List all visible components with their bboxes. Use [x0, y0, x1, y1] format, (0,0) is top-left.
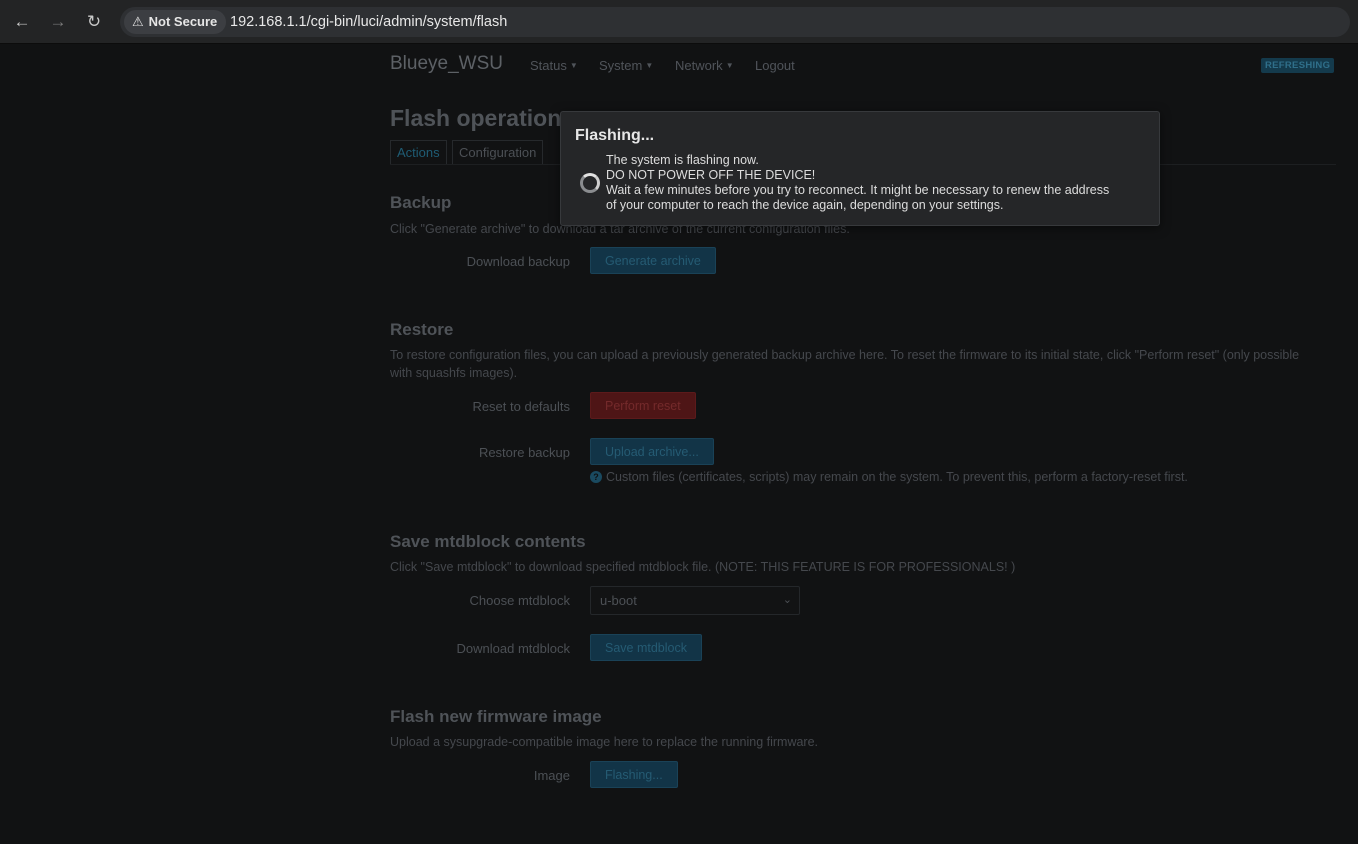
warning-triangle-icon: ⚠ [132, 14, 144, 29]
caret-down-icon: ▼ [645, 61, 654, 70]
backup-heading: Backup [390, 193, 452, 212]
caret-down-icon: ▼ [569, 61, 578, 70]
mtdblock-select[interactable]: u-boot ⌄ [590, 586, 800, 615]
menu-network[interactable]: Network ▼ [675, 58, 734, 73]
page-title: Flash operations [390, 105, 575, 131]
perform-reset-button[interactable]: Perform reset [590, 392, 696, 419]
chevron-down-icon: ⌄ [782, 594, 792, 606]
menu-system-label: System [599, 58, 643, 73]
generate-archive-button[interactable]: Generate archive [590, 247, 716, 274]
help-icon: ? [590, 471, 602, 483]
browser-toolbar: ← → ↻ ⚠ Not Secure 192.168.1.1/cgi-bin/l… [0, 0, 1358, 44]
modal-line-4: of your computer to reach the device aga… [606, 198, 1004, 212]
menu-status[interactable]: Status ▼ [530, 58, 578, 73]
flashing-button[interactable]: Flashing... [590, 761, 678, 788]
choose-mtdblock-label: Choose mtdblock [469, 593, 570, 608]
tab-actions[interactable]: Actions [390, 140, 447, 164]
restore-help-text: Custom files (certificates, scripts) may… [606, 470, 1188, 484]
address-bar[interactable]: ⚠ Not Secure 192.168.1.1/cgi-bin/luci/ad… [120, 7, 1350, 37]
caret-down-icon: ▼ [725, 61, 734, 70]
flashing-modal: Flashing... The system is flashing now. … [560, 111, 1160, 226]
restore-backup-label: Restore backup [478, 445, 570, 460]
menu-system[interactable]: System ▼ [599, 58, 653, 73]
restore-heading: Restore [390, 320, 454, 339]
tab-configuration[interactable]: Configuration [452, 140, 544, 164]
modal-line-2: DO NOT POWER OFF THE DEVICE! [606, 168, 816, 182]
back-arrow-icon[interactable]: ← [11, 11, 33, 33]
mtdblock-select-value: u-boot [600, 593, 637, 608]
menu-network-label: Network [675, 58, 723, 73]
modal-line-3: Wait a few minutes before you try to rec… [606, 183, 1110, 197]
download-backup-label: Download backup [466, 254, 570, 269]
restore-description: To restore configuration files, you can … [390, 348, 1300, 380]
mtdblock-heading: Save mtdblock contents [390, 532, 586, 551]
modal-body: The system is flashing now. DO NOT POWER… [606, 153, 1109, 213]
download-mtdblock-label: Download mtdblock [456, 641, 570, 656]
loading-spinner-icon [580, 173, 600, 193]
modal-title: Flashing... [575, 127, 655, 144]
brand-logo[interactable]: Blueye_WSU [390, 53, 503, 75]
url-text[interactable]: 192.168.1.1/cgi-bin/luci/admin/system/fl… [230, 7, 507, 37]
menu-logout[interactable]: Logout [755, 58, 795, 73]
security-label: Not Secure [148, 14, 218, 29]
menu-status-label: Status [530, 58, 567, 73]
modal-line-1: The system is flashing now. [606, 153, 759, 167]
security-chip[interactable]: ⚠ Not Secure [124, 10, 227, 34]
refreshing-badge[interactable]: REFRESHING [1261, 58, 1335, 73]
reload-icon[interactable]: ↻ [83, 11, 105, 33]
firmware-description: Upload a sysupgrade-compatible image her… [390, 735, 819, 749]
restore-help: ? Custom files (certificates, scripts) ma… [590, 470, 1188, 484]
firmware-heading: Flash new firmware image [390, 707, 602, 726]
forward-arrow-icon[interactable]: → [47, 11, 69, 33]
image-label: Image [533, 768, 570, 783]
upload-archive-button[interactable]: Upload archive... [590, 438, 714, 465]
mtdblock-description: Click "Save mtdblock" to download specif… [390, 560, 1016, 574]
reset-to-defaults-label: Reset to defaults [472, 399, 570, 414]
save-mtdblock-button[interactable]: Save mtdblock [590, 634, 702, 661]
